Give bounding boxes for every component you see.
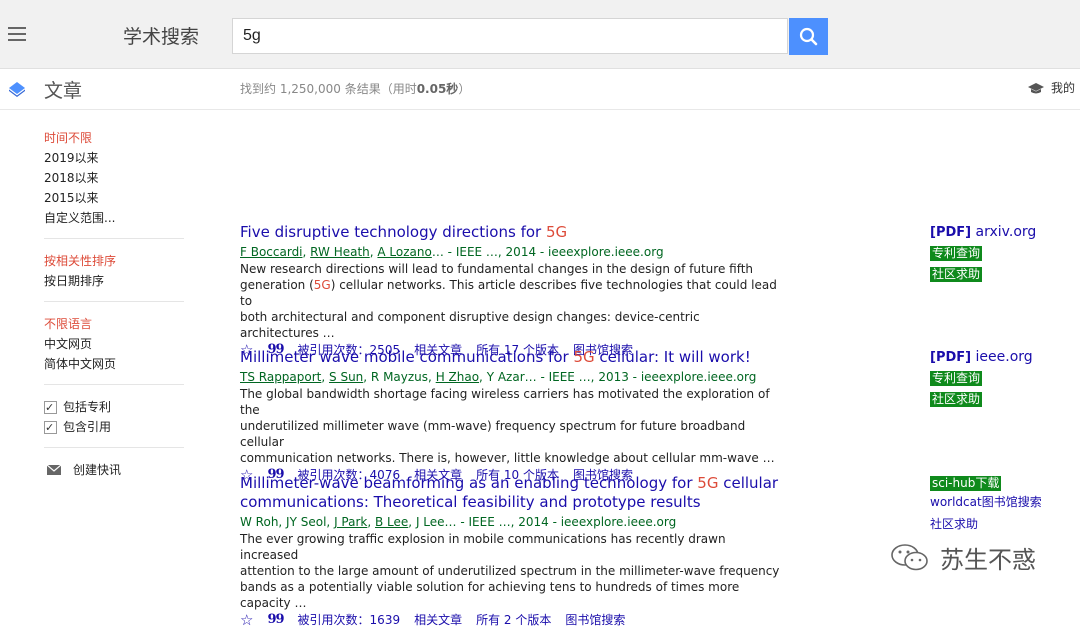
community-help-button[interactable]: 社区求助	[930, 392, 983, 407]
result-snippet: New research directions will lead to fun…	[240, 262, 777, 340]
include-citations-checkbox[interactable]: 包含引用	[44, 417, 184, 438]
search-box[interactable]	[232, 18, 788, 54]
worldcat-link[interactable]: worldcat图书馆搜索	[930, 491, 1042, 513]
filter-lang-any[interactable]: 不限语言	[44, 314, 184, 334]
checkbox-checked-icon	[44, 418, 57, 438]
watermark: 苏生不惑	[890, 540, 1036, 575]
menu-icon[interactable]	[8, 27, 26, 41]
patent-query-button[interactable]: 专利查询	[930, 246, 983, 261]
sci-hub-download-button[interactable]: sci-hub下载	[930, 476, 1002, 491]
community-help-link[interactable]: 社区求助	[930, 513, 1042, 535]
author-link[interactable]: A Lozano	[377, 245, 431, 259]
search-result: Five disruptive technology directions fo…	[240, 223, 780, 359]
result-side-links: [PDF] ieee.org 专利查询 社区求助	[930, 349, 1033, 407]
author-link[interactable]: F Boccardi	[240, 245, 303, 259]
star-icon[interactable]: ☆	[240, 611, 253, 629]
search-button[interactable]	[789, 18, 828, 55]
all-versions-link[interactable]: 所有 2 个版本	[476, 611, 551, 629]
sort-relevance[interactable]: 按相关性排序	[44, 251, 184, 271]
include-patents-checkbox[interactable]: 包括专利	[44, 397, 184, 418]
result-snippet: The ever growing traffic explosion in mo…	[240, 532, 780, 610]
result-meta: TS Rappaport, S Sun, R Mayzus, H Zhao, Y…	[240, 370, 757, 384]
result-title-link[interactable]: Millimeter-wave beamforming as an enabli…	[240, 474, 780, 512]
divider	[44, 238, 184, 239]
pdf-link[interactable]: [PDF] arxiv.org	[930, 224, 1036, 240]
result-side-links: [PDF] arxiv.org 专利查询 社区求助	[930, 224, 1036, 282]
author-link[interactable]: J Park	[334, 515, 367, 529]
result-meta: F Boccardi, RW Heath, A Lozano… - IEEE ……	[240, 245, 664, 259]
pdf-link[interactable]: [PDF] ieee.org	[930, 349, 1033, 365]
cite-icon[interactable]: 99	[267, 611, 284, 629]
result-title-link[interactable]: Five disruptive technology directions fo…	[240, 223, 780, 242]
wechat-icon	[891, 543, 928, 570]
top-bar: 学术搜索	[0, 0, 1080, 69]
filter-sidebar: 时间不限 2019以来 2018以来 2015以来 自定义范围... 按相关性排…	[44, 128, 184, 480]
result-title-link[interactable]: Millimeter wave mobile communications fo…	[240, 348, 780, 367]
result-side-links: sci-hub下载 worldcat图书馆搜索 社区求助	[930, 470, 1042, 535]
divider	[44, 384, 184, 385]
graduation-cap-icon	[1028, 82, 1044, 93]
result-count: 找到约 1,250,000 条结果（用时0.05秒）	[240, 82, 471, 96]
filter-time-2019[interactable]: 2019以来	[44, 148, 184, 168]
articles-icon	[9, 82, 25, 97]
search-icon	[799, 27, 818, 46]
results-bar: 文章 找到约 1,250,000 条结果（用时0.05秒） 我的	[0, 69, 1080, 110]
divider	[44, 447, 184, 448]
result-actions: ☆ 99 被引用次数：1639 相关文章 所有 2 个版本 图书馆搜索	[240, 611, 780, 629]
filter-time-any[interactable]: 时间不限	[44, 128, 184, 148]
related-articles-link[interactable]: 相关文章	[414, 611, 462, 629]
author-link[interactable]: B Lee	[375, 515, 408, 529]
result-meta: W Roh, JY Seol, J Park, B Lee, J Lee… - …	[240, 515, 677, 529]
library-search-link[interactable]: 图书馆搜索	[565, 611, 625, 629]
search-input[interactable]	[233, 19, 783, 53]
community-help-button[interactable]: 社区求助	[930, 267, 983, 282]
filter-time-2015[interactable]: 2015以来	[44, 188, 184, 208]
brand-title[interactable]: 学术搜索	[123, 22, 199, 49]
divider	[44, 301, 184, 302]
author-link[interactable]: TS Rappaport	[240, 370, 321, 384]
author-link[interactable]: RW Heath	[310, 245, 370, 259]
mail-icon	[47, 465, 61, 475]
search-result: Millimeter wave mobile communications fo…	[240, 348, 780, 484]
author-link[interactable]: S Sun	[329, 370, 363, 384]
filter-lang-chinese[interactable]: 中文网页	[44, 334, 184, 354]
checkbox-checked-icon	[44, 398, 57, 418]
author-link[interactable]: H Zhao	[436, 370, 479, 384]
my-library-link[interactable]: 我的	[1027, 79, 1075, 96]
sort-date[interactable]: 按日期排序	[44, 271, 184, 291]
result-snippet: The global bandwidth shortage facing wir…	[240, 387, 775, 465]
filter-time-2018[interactable]: 2018以来	[44, 168, 184, 188]
patent-query-button[interactable]: 专利查询	[930, 371, 983, 386]
filter-time-custom[interactable]: 自定义范围...	[44, 208, 184, 228]
filter-lang-simplified[interactable]: 简体中文网页	[44, 354, 184, 374]
create-alert-link[interactable]: 创建快讯	[44, 460, 184, 480]
cited-by-link[interactable]: 被引用次数：1639	[298, 611, 401, 629]
section-title: 文章	[44, 80, 83, 102]
